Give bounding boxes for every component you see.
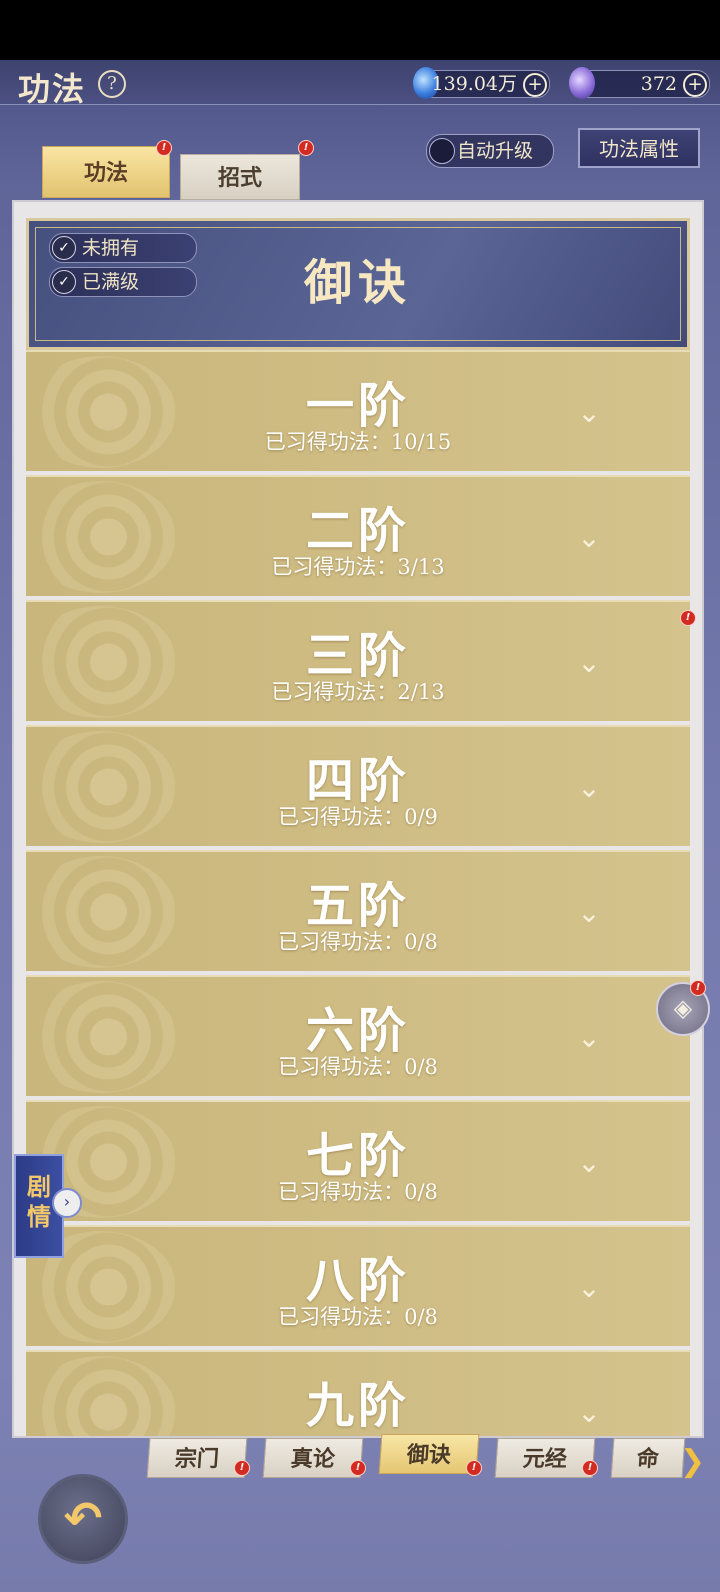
tier-progress: 已习得功法：10/15 (264, 430, 452, 454)
tier-row-9[interactable]: 九阶 ⌄ (26, 1350, 690, 1436)
filter-not-owned-label: 未拥有 (82, 237, 140, 259)
tier-row-6[interactable]: 六阶 已习得功法：0/8 ⌄ (26, 975, 690, 1096)
expand-chevron-icon[interactable]: ⌄ (572, 396, 606, 430)
tier-row-1[interactable]: 一阶 已习得功法：10/15 ⌄ (26, 350, 690, 471)
bottom-tab-yujue-badge: ! (466, 1460, 482, 1476)
filter-max-level-label: 已满级 (82, 271, 140, 293)
back-icon[interactable]: ↶ (38, 1474, 128, 1564)
tier-progress: 已习得功法：0/8 (278, 1055, 438, 1079)
bottom-tab-yujue[interactable]: 御诀 (378, 1434, 480, 1474)
checkbox-icon: ✓ (52, 236, 76, 260)
status-bar (0, 0, 720, 60)
tier-3-badge: ! (680, 610, 696, 626)
jade-icon (569, 67, 595, 99)
tier-row-2[interactable]: 二阶 已习得功法：3/13 ⌄ (26, 475, 690, 596)
expand-chevron-icon[interactable]: ⌄ (572, 646, 606, 680)
expand-chevron-icon[interactable]: ⌄ (572, 896, 606, 930)
auto-upgrade-toggle[interactable]: 自动升级 (426, 134, 554, 168)
add-jade-button[interactable]: + (683, 73, 707, 97)
tier-list: 一阶 已习得功法：10/15 ⌄ 二阶 已习得功法：3/13 ⌄ 三阶 已习得功法：2/1… (26, 350, 690, 1436)
bottom-tab-ming[interactable]: 命 (610, 1438, 686, 1478)
expand-chevron-icon[interactable]: ⌄ (572, 1271, 606, 1305)
page-title: 功法 (18, 70, 87, 108)
bottom-tab-yuanjing-badge: ! (582, 1460, 598, 1476)
filter-max-level[interactable]: ✓ 已满级 (49, 267, 197, 297)
tier-row-5[interactable]: 五阶 已习得功法：0/8 ⌄ (26, 850, 690, 971)
auto-upgrade-label: 自动升级 (457, 140, 534, 162)
expand-chevron-icon[interactable]: ⌄ (572, 771, 606, 805)
tier-progress: 已习得功法：0/9 (278, 805, 438, 829)
category-header: 御诀 ✓ 未拥有 ✓ 已满级 (26, 218, 690, 350)
expand-chevron-icon[interactable]: ⌄ (572, 1396, 606, 1430)
help-icon[interactable]: ? (98, 70, 126, 98)
tier-row-3[interactable]: 三阶 已习得功法：2/13 ⌄ (26, 600, 690, 721)
tier-row-7[interactable]: 七阶 已习得功法：0/8 ⌄ (26, 1100, 690, 1221)
add-spirit-stone-button[interactable]: + (523, 73, 547, 97)
tab-zhaoshi[interactable]: 招式 (180, 154, 300, 200)
bottom-tab-zongmen-badge: ! (234, 1460, 250, 1476)
tier-progress: 已习得功法：0/8 (278, 1180, 438, 1204)
spirit-stone-value: 139.04万 (431, 73, 517, 95)
tab-zhaoshi-badge: ! (298, 140, 314, 156)
tier-row-8[interactable]: 八阶 已习得功法：0/8 ⌄ (26, 1225, 690, 1346)
jade-value: 372 (640, 73, 677, 95)
bottom-tab-zongmen[interactable]: 宗门 (146, 1438, 248, 1478)
tab-gongfa[interactable]: 功法 (42, 146, 170, 198)
tier-progress: 已习得功法：2/13 (271, 680, 445, 704)
filter-not-owned[interactable]: ✓ 未拥有 (49, 233, 197, 263)
expand-chevron-icon[interactable]: ⌄ (572, 1021, 606, 1055)
more-tabs-arrow-icon[interactable]: ❯ (680, 1444, 705, 1479)
spirit-stone-counter: 139.04万 + (413, 67, 550, 99)
jade-counter: 372 + (569, 67, 710, 99)
expand-chevron-icon[interactable]: ⌄ (572, 1146, 606, 1180)
expand-chevron-icon[interactable]: ⌄ (572, 521, 606, 555)
technique-panel: 御诀 ✓ 未拥有 ✓ 已满级 一阶 已习得功法：10/15 ⌄ 二阶 已习得功法：3/… (12, 200, 704, 1438)
tab-gongfa-badge: ! (156, 140, 172, 156)
checkbox-icon: ✓ (52, 270, 76, 294)
tier-progress: 已习得功法：3/13 (271, 555, 445, 579)
tier-progress: 已习得功法：0/8 (278, 930, 438, 954)
tier-row-4[interactable]: 四阶 已习得功法：0/9 ⌄ (26, 725, 690, 846)
bottom-tab-zhenlun-badge: ! (350, 1460, 366, 1476)
bottom-tab-yuanjing[interactable]: 元经 (494, 1438, 596, 1478)
attributes-button[interactable]: 功法属性 (578, 128, 700, 168)
story-expand-icon[interactable]: › (52, 1188, 82, 1218)
toggle-circle-icon (429, 138, 455, 164)
tier-progress: 已习得功法：0/8 (278, 1305, 438, 1329)
bottom-tab-zhenlun[interactable]: 真论 (262, 1438, 364, 1478)
side-feature-badge: ! (690, 980, 706, 996)
